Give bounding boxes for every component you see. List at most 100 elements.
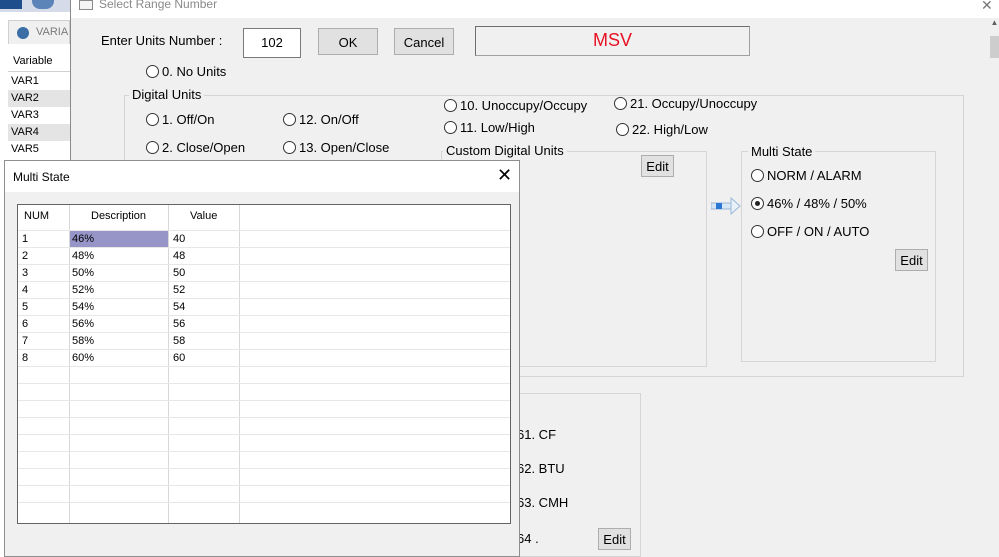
cell-description[interactable]: 54% <box>72 299 94 313</box>
cell-value[interactable]: 48 <box>173 248 185 262</box>
dialog-close-icon[interactable]: ✕ <box>981 0 993 14</box>
radio-label: 2. Close/Open <box>162 140 246 155</box>
cell-description-selected[interactable]: 46% <box>70 231 168 247</box>
radio-label: 12. On/Off <box>299 112 359 127</box>
popup-close-icon[interactable]: ✕ <box>497 165 512 186</box>
ok-button[interactable]: OK <box>318 28 378 55</box>
column-divider <box>239 205 240 523</box>
units-number-input[interactable]: 102 <box>243 28 301 58</box>
column-header-num[interactable]: NUM <box>24 210 49 222</box>
variable-list: Variable VAR1 VAR2 VAR3 VAR4 VAR5 <box>8 50 70 160</box>
cell-value[interactable]: 54 <box>173 299 185 313</box>
background-toolbar <box>0 0 70 12</box>
radio-46-48-50[interactable]: 46% / 48% / 50% <box>751 196 867 211</box>
cell-num[interactable]: 1 <box>22 231 28 247</box>
cell-value[interactable]: 58 <box>173 333 185 347</box>
radio-button-icon <box>751 169 764 182</box>
cell-value[interactable]: 40 <box>173 231 185 247</box>
radio-label: NORM / ALARM <box>767 168 862 183</box>
cell-description[interactable]: 50% <box>72 265 94 279</box>
variable-row[interactable]: VAR1 <box>8 73 70 90</box>
cancel-button[interactable]: Cancel <box>394 28 454 55</box>
current-unit-display: MSV <box>475 26 750 56</box>
radio-button-icon <box>614 97 627 110</box>
cell-description[interactable]: 48% <box>72 248 94 262</box>
analog-edit-button[interactable]: Edit <box>598 528 631 550</box>
radio-unoccupy-occupy[interactable]: 10. Unoccupy/Occupy <box>444 98 587 113</box>
cell-num[interactable]: 3 <box>22 265 28 279</box>
radio-button-icon <box>283 141 296 154</box>
row-divider <box>18 366 510 367</box>
toolbar-chart-icon[interactable] <box>0 0 22 9</box>
cell-num[interactable]: 7 <box>22 333 28 347</box>
tab-variables[interactable]: VARIA <box>8 20 70 44</box>
radio-label: 13. Open/Close <box>299 140 390 155</box>
multi-state-grid[interactable]: NUM Description Value 1 46% 40 2 48% 48 … <box>17 204 511 524</box>
scroll-up-icon[interactable]: ▲ <box>989 18 999 32</box>
radio-button-selected-icon <box>751 197 764 210</box>
variable-row[interactable]: VAR3 <box>8 107 70 124</box>
radio-low-high[interactable]: 11. Low/High <box>444 120 535 135</box>
variable-row[interactable]: VAR4 <box>8 124 70 141</box>
radio-occupy-unoccupy[interactable]: 21. Occupy/Unoccupy <box>614 96 757 111</box>
variable-row[interactable]: VAR2 <box>8 90 70 107</box>
radio-open-close[interactable]: 13. Open/Close <box>283 140 389 155</box>
radio-no-units[interactable]: 0. No Units <box>146 64 226 79</box>
vertical-scrollbar[interactable]: ▲ <box>989 18 999 557</box>
column-header-description[interactable]: Description <box>91 210 146 222</box>
radio-label: 22. High/Low <box>632 122 708 137</box>
multi-state-group-title: Multi State <box>748 144 816 159</box>
cell-value[interactable]: 52 <box>173 282 185 296</box>
cell-num[interactable]: 4 <box>22 282 28 296</box>
radio-high-low[interactable]: 22. High/Low <box>616 122 708 137</box>
cell-num[interactable]: 5 <box>22 299 28 313</box>
custom-digital-edit-button[interactable]: Edit <box>641 155 674 177</box>
cell-description[interactable]: 58% <box>72 333 94 347</box>
row-divider <box>18 451 510 452</box>
cell-num[interactable]: 6 <box>22 316 28 330</box>
radio-off-on-auto[interactable]: OFF / ON / AUTO <box>751 224 869 239</box>
multi-state-edit-button[interactable]: Edit <box>895 249 928 271</box>
cell-description[interactable]: 52% <box>72 282 94 296</box>
radio-label: 1. Off/On <box>162 112 215 127</box>
window-icon <box>79 0 93 10</box>
radio-button-icon <box>283 113 296 126</box>
radio-label: 10. Unoccupy/Occupy <box>460 98 588 113</box>
variable-column-header[interactable]: Variable <box>8 50 70 72</box>
cell-num[interactable]: 8 <box>22 350 28 364</box>
column-header-value[interactable]: Value <box>190 210 217 222</box>
radio-norm-alarm[interactable]: NORM / ALARM <box>751 168 862 183</box>
row-divider <box>18 400 510 401</box>
toolbar-globe-icon[interactable] <box>32 0 54 9</box>
custom-digital-units-title: Custom Digital Units <box>443 143 567 158</box>
radio-close-open[interactable]: 2. Close/Open <box>146 140 245 155</box>
cell-description[interactable]: 60% <box>72 350 94 364</box>
scroll-thumb[interactable] <box>990 36 999 58</box>
row-divider <box>18 434 510 435</box>
radio-label: OFF / ON / AUTO <box>767 224 870 239</box>
radio-off-on[interactable]: 1. Off/On <box>146 112 215 127</box>
dialog-title: Select Range Number <box>99 0 218 11</box>
analog-unit-item[interactable]: 61. CF <box>517 427 556 442</box>
cell-num[interactable]: 2 <box>22 248 28 262</box>
analog-unit-item[interactable]: 62. BTU <box>517 461 565 476</box>
digital-units-title: Digital Units <box>129 87 205 102</box>
radio-on-off[interactable]: 12. On/Off <box>283 112 359 127</box>
column-divider <box>168 205 169 523</box>
row-divider <box>18 485 510 486</box>
analog-unit-item[interactable]: 63. CMH <box>517 495 568 510</box>
column-divider <box>69 205 70 523</box>
variable-row[interactable]: VAR5 <box>8 141 70 158</box>
popup-title: Multi State <box>13 170 70 184</box>
analog-unit-item[interactable]: 64 . <box>517 531 539 546</box>
row-divider <box>18 468 510 469</box>
radio-button-icon <box>444 99 457 112</box>
cell-value[interactable]: 60 <box>173 350 185 364</box>
row-divider <box>18 383 510 384</box>
cell-value[interactable]: 50 <box>173 265 185 279</box>
radio-button-icon <box>146 113 159 126</box>
radio-label: 11. Low/High <box>460 120 535 135</box>
row-divider <box>18 502 510 503</box>
cell-description[interactable]: 56% <box>72 316 94 330</box>
cell-value[interactable]: 56 <box>173 316 185 330</box>
